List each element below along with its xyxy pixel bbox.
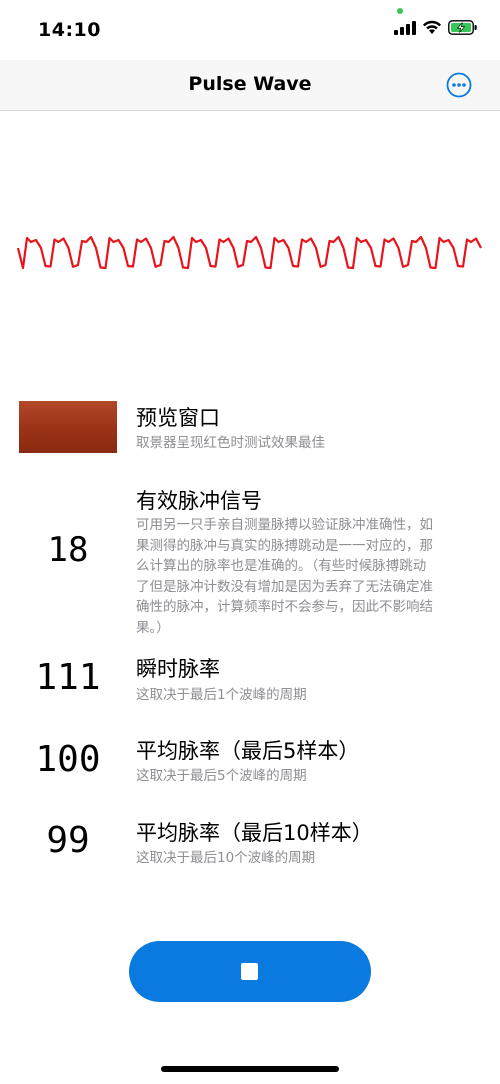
status-bar: 14:10 bbox=[0, 0, 500, 60]
pulse-waveform-line bbox=[16, 235, 482, 270]
preview-window bbox=[19, 401, 117, 453]
preview-subtitle: 取景器呈现红色时测试效果最佳 bbox=[136, 435, 325, 451]
navigation-bar: Pulse Wave bbox=[0, 60, 500, 111]
battery-charging-icon bbox=[448, 20, 477, 35]
stop-icon bbox=[241, 963, 258, 980]
instant-rate-subtitle: 这取决于最后1个波峰的周期 bbox=[136, 687, 307, 703]
page-title: Pulse Wave bbox=[188, 73, 312, 95]
description-line: 可用另一只手亲自测量脉搏以验证脉冲准确性，如 bbox=[136, 517, 433, 533]
status-time: 14:10 bbox=[38, 19, 101, 41]
wifi-icon bbox=[423, 20, 441, 34]
valid-pulses-description: 可用另一只手亲自测量脉搏以验证脉冲准确性，如 果测得的脉冲与真实的脉搏跳动是一一… bbox=[136, 515, 488, 638]
stop-button[interactable] bbox=[129, 941, 371, 1002]
description-line: 确性的脉冲，计算频率时不会参与，因此不影响结 bbox=[136, 599, 433, 615]
status-icons bbox=[394, 20, 478, 35]
description-line: 么计算出的脉率也是准确的。（有些时候脉搏跳动 bbox=[136, 558, 427, 574]
description-line: 果测得的脉冲与真实的脉搏跳动是一一对应的，那 bbox=[136, 537, 433, 554]
avg5-rate-title: 平均脉率（最后5样本） bbox=[136, 739, 360, 763]
avg10-rate-value: 99 bbox=[46, 820, 90, 861]
preview-title: 预览窗口 bbox=[136, 406, 220, 430]
signal-icon bbox=[394, 20, 416, 35]
instant-rate-value: 111 bbox=[35, 657, 101, 698]
avg5-rate-subtitle: 这取决于最后5个波峰的周期 bbox=[136, 768, 307, 784]
valid-pulses-title: 有效脉冲信号 bbox=[136, 489, 262, 513]
pulse-waveform bbox=[16, 235, 482, 270]
description-line: 果。） bbox=[136, 619, 170, 636]
privacy-indicator-dot bbox=[397, 8, 403, 14]
more-options-icon[interactable] bbox=[446, 72, 472, 98]
avg10-rate-subtitle: 这取决于最后10个波峰的周期 bbox=[136, 850, 316, 866]
instant-rate-title: 瞬时脉率 bbox=[136, 657, 220, 681]
avg10-rate-title: 平均脉率（最后10样本） bbox=[136, 821, 373, 845]
valid-pulse-count: 18 bbox=[47, 530, 89, 570]
avg5-rate-value: 100 bbox=[35, 739, 101, 780]
home-indicator bbox=[161, 1066, 339, 1072]
description-line: 了但是脉冲计数没有增加是因为丢弃了无法确定准 bbox=[136, 578, 433, 595]
